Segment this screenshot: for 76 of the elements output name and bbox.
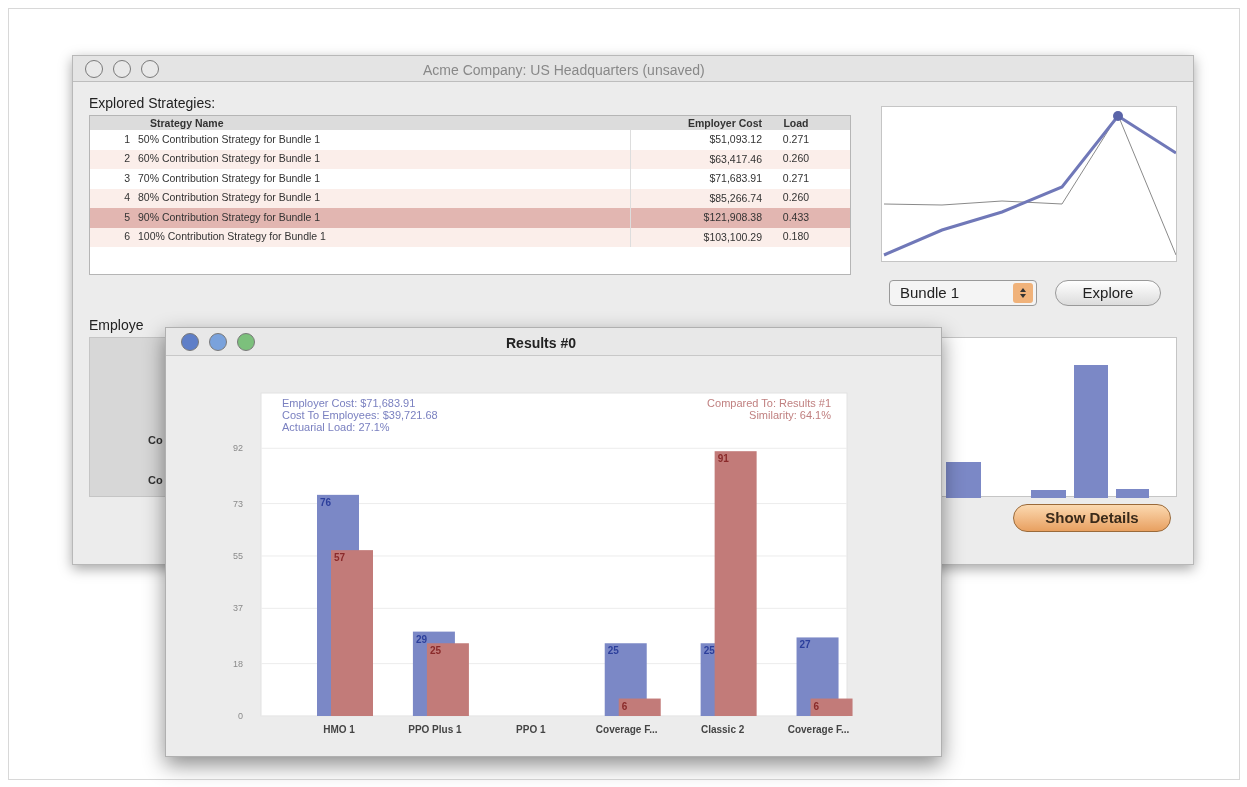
- table-cell: $51,093.12: [630, 130, 762, 150]
- column-header[interactable]: Employer Cost: [630, 117, 762, 129]
- table-cell: $121,908.38: [630, 208, 762, 228]
- bundle-dropdown[interactable]: Bundle 1: [889, 280, 1037, 306]
- y-tick-label: 0: [238, 711, 243, 721]
- row-number: 6: [123, 229, 131, 245]
- bar: [1116, 489, 1149, 498]
- y-tick-label: 37: [233, 603, 243, 614]
- data-label: 25: [703, 645, 715, 657]
- y-tick-label: 18: [233, 658, 243, 669]
- data-label: 29: [415, 633, 428, 645]
- data-label: 6: [621, 700, 628, 712]
- column-header[interactable]: Load: [762, 117, 830, 129]
- data-label: 25: [429, 645, 442, 657]
- row-number: 3: [123, 170, 131, 186]
- row-number: 1: [123, 131, 131, 147]
- data-label: 6: [813, 700, 820, 712]
- comparison-text: Compared To: Results #1: [707, 397, 831, 409]
- category-label: PPO Plus 1: [408, 724, 462, 735]
- table-cell-text: 0.271: [781, 170, 811, 186]
- window-control-button[interactable]: [209, 332, 227, 351]
- section-label: Explored Strategies:: [89, 94, 217, 112]
- row-label: Co: [148, 433, 163, 448]
- table-cell-text: 0.433: [781, 209, 811, 225]
- window-control-button[interactable]: [181, 332, 199, 351]
- row-number: 5: [123, 209, 131, 225]
- section-label: Employe: [89, 316, 145, 334]
- explore-button[interactable]: Explore: [1055, 280, 1161, 306]
- show-details-button[interactable]: Show Details: [1013, 504, 1171, 532]
- row-number: 2: [123, 151, 131, 167]
- table-row[interactable]: 4 80% Contribution Strategy for Bundle 1 $85,266.74 0.260: [90, 188, 850, 208]
- table-cell-text: 70% Contribution Strategy for Bundle 1: [138, 170, 322, 186]
- table-cell-text: 50% Contribution Strategy for Bundle 1: [138, 131, 322, 147]
- y-tick-label: 55: [233, 550, 243, 561]
- window-title: Acme Company: US Headquarters (unsaved): [423, 61, 705, 80]
- category-label: Coverage F...: [595, 724, 658, 735]
- category-label: Classic 2: [700, 724, 745, 735]
- table-cell-text: 0.180: [781, 229, 811, 245]
- table-cell-text: 60% Contribution Strategy for Bundle 1: [138, 151, 322, 167]
- summary-text: Cost To Employees: $39,721.68: [282, 409, 438, 421]
- table-cell-text: 100% Contribution Strategy for Bundle 1: [138, 229, 327, 245]
- category-label: HMO 1: [323, 724, 355, 735]
- table-cell: $71,683.91: [630, 169, 762, 189]
- row-label: Co: [148, 473, 163, 488]
- table-row[interactable]: 5 90% Contribution Strategy for Bundle 1 $121,908.38 0.433: [90, 208, 850, 228]
- table-cell-text: 80% Contribution Strategy for Bundle 1: [138, 190, 322, 206]
- table-row[interactable]: 2 60% Contribution Strategy for Bundle 1 $63,417.46 0.260: [90, 149, 850, 169]
- comparison-text: Similarity: 64.1%: [749, 409, 831, 421]
- table-cell-text: 90% Contribution Strategy for Bundle 1: [138, 209, 322, 225]
- category-label: Coverage F...: [787, 724, 850, 735]
- window-control-button[interactable]: [141, 59, 159, 78]
- data-label: 57: [334, 552, 346, 564]
- window-title: Results #0: [506, 334, 577, 353]
- window-control-button[interactable]: [113, 59, 131, 78]
- table-cell-text: 0.271: [781, 131, 811, 147]
- bar: [1031, 490, 1066, 498]
- table-row[interactable]: 6 100% Contribution Strategy for Bundle 1 $103,100.29 0.180: [90, 227, 850, 247]
- data-label: 76: [320, 496, 332, 508]
- summary-text: Employer Cost: $71,683.91: [282, 397, 417, 409]
- y-tick-label: 73: [233, 498, 243, 509]
- table-cell: $103,100.29: [630, 227, 762, 247]
- summary-text: Actuarial Load: 27.1%: [282, 421, 391, 433]
- data-label: 27: [799, 639, 811, 651]
- bar: [946, 462, 981, 498]
- column-header[interactable]: Strategy Name: [150, 117, 630, 129]
- table-cell-text: 0.260: [781, 190, 811, 206]
- window-control-button[interactable]: [237, 332, 255, 351]
- stepper-icon: [1013, 283, 1033, 303]
- window-control-button[interactable]: [85, 59, 103, 78]
- chart-point[interactable]: [1113, 111, 1123, 121]
- y-tick-label: 92: [233, 443, 243, 454]
- table-cell-text: 0.260: [781, 151, 811, 167]
- data-label: 25: [607, 645, 619, 657]
- data-label: 91: [717, 453, 729, 465]
- category-label: PPO 1: [516, 724, 546, 735]
- row-number: 4: [123, 190, 131, 206]
